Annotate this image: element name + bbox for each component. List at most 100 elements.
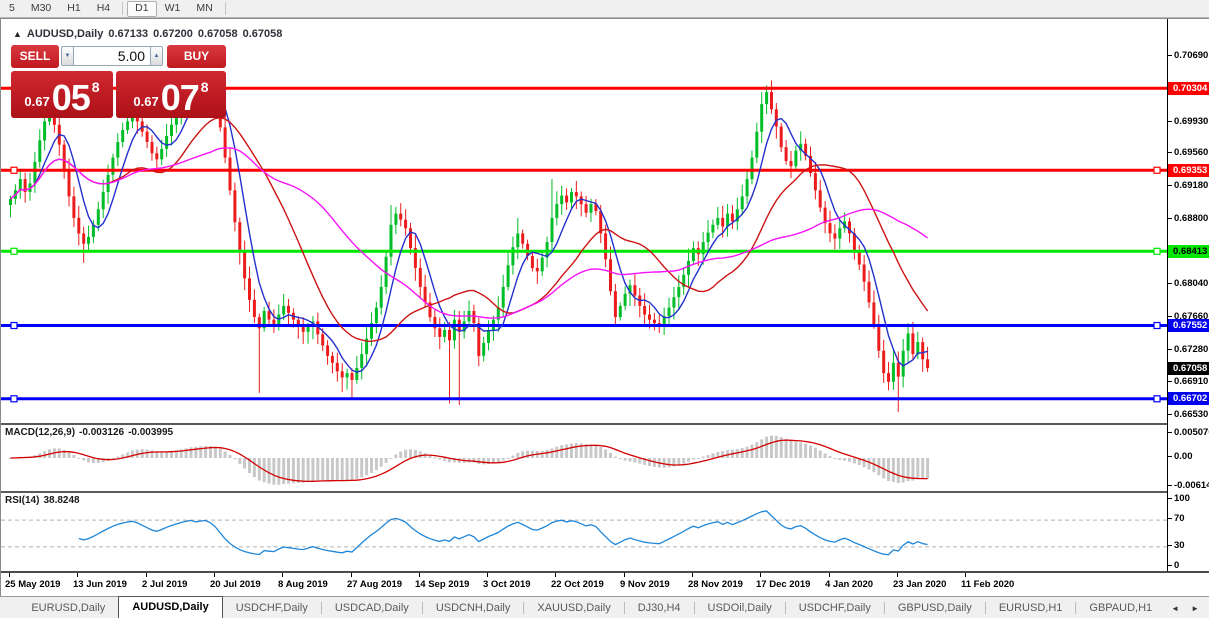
date-label: 27 Aug 2019 <box>347 579 403 590</box>
rsi-axis-tick: 0 <box>1174 560 1180 571</box>
level-price-badge: 0.66702 <box>1168 392 1209 405</box>
chart-tab-usdoil-daily[interactable]: USDOil,Daily <box>695 598 785 618</box>
rsi-axis-tick-dash <box>1168 565 1172 566</box>
rsi-axis-tick: 100 <box>1174 493 1190 504</box>
buy-button[interactable]: BUY <box>167 45 226 68</box>
date-label: 14 Sep 2019 <box>415 579 470 590</box>
date-tick-mark <box>487 573 488 577</box>
one-click-trade-panel: SELL ▼ ▲ BUY 0.67058 0.67078 <box>11 45 226 128</box>
price-tick-dash <box>1168 283 1172 284</box>
rsi-pane: RSI(14) 38.8248 <box>1 491 1167 573</box>
price-tick: 0.68800 <box>1174 213 1209 224</box>
date-label: 11 Feb 2020 <box>961 579 1015 590</box>
rsi-axis-tick-dash <box>1168 545 1172 546</box>
bid-pipette: 8 <box>91 79 100 95</box>
chart-window: ▲ AUDUSD,Daily 0.67133 0.67200 0.67058 0.6705… <box>0 18 1209 597</box>
level-price-badge: 0.70304 <box>1168 82 1209 95</box>
date-label: 23 Jan 2020 <box>893 579 947 590</box>
sell-button[interactable]: SELL <box>11 45 59 68</box>
date-label: 4 Jan 2020 <box>825 579 874 590</box>
date-tick-mark <box>965 573 966 577</box>
date-axis[interactable]: 25 May 2019 13 Jun 2019 2 Jul 2019 20 Jul 2… <box>1 571 1209 597</box>
volume-increase-button[interactable]: ▲ <box>150 46 163 66</box>
date-tick-mark <box>624 573 625 577</box>
chart-tab-eurusd-h1[interactable]: EURUSD,H1 <box>986 598 1076 618</box>
chart-tab-usdchf-daily[interactable]: USDCHF,Daily <box>786 598 884 618</box>
price-tick-dash <box>1168 349 1172 350</box>
macd-axis-tick: 0.00 <box>1174 451 1193 462</box>
date-label: 20 Jul 2019 <box>210 579 261 590</box>
ask-pipette: 8 <box>200 79 209 95</box>
bid-price-button[interactable]: 0.67 05 8 <box>11 71 113 118</box>
tab-scroll-right-icon[interactable]: ► <box>1185 604 1205 613</box>
rsi-axis-tick: 70 <box>1174 513 1185 524</box>
rsi-chart-svg <box>1 510 1167 556</box>
chart-tab-gbpaud-h1[interactable]: GBPAUD,H1 <box>1076 598 1165 618</box>
price-tick-dash <box>1168 55 1172 56</box>
macd-axis-tick-dash <box>1168 485 1172 486</box>
timeframe-button-w1[interactable]: W1 <box>157 1 189 17</box>
macd-pane: MACD(12,26,9) -0.003126 -0.003995 <box>1 423 1167 491</box>
chart-tab-gbpusd-daily[interactable]: GBPUSD,Daily <box>885 598 985 618</box>
chart-symbol-label: AUDUSD,Daily <box>26 28 104 40</box>
chart-tab-eurusd-daily[interactable]: EURUSD,Daily <box>18 598 118 618</box>
price-tick: 0.69180 <box>1174 180 1209 191</box>
chart-tab-usdchf-daily[interactable]: USDCHF,Daily <box>223 598 321 618</box>
timeframe-button-m30[interactable]: M30 <box>23 1 59 17</box>
price-tick-dash <box>1168 218 1172 219</box>
date-tick-mark <box>897 573 898 577</box>
price-tick: 0.70690 <box>1174 50 1209 61</box>
volume-decrease-button[interactable]: ▼ <box>61 46 74 66</box>
price-tick: 0.66530 <box>1174 409 1209 420</box>
tab-scroll-arrows: ◄ ► <box>1165 597 1209 618</box>
level-price-badge: 0.68413 <box>1168 245 1209 258</box>
date-tick-mark <box>77 573 78 577</box>
date-tick-mark <box>760 573 761 577</box>
price-tick-dash <box>1168 152 1172 153</box>
rsi-axis-tick-dash <box>1168 518 1172 519</box>
price-tick: 0.66910 <box>1174 376 1209 387</box>
timeframe-button-h1[interactable]: H1 <box>59 1 88 17</box>
price-tick-dash <box>1168 185 1172 186</box>
price-axis[interactable]: 0.70690 0.69930 0.69560 0.69180 0.68800 0.680… <box>1167 19 1209 571</box>
toolbar-separator <box>224 2 226 15</box>
ask-big-digits: 07 <box>160 77 200 118</box>
rsi-axis-tick: 30 <box>1174 540 1185 551</box>
price-tick-dash <box>1168 121 1172 122</box>
date-label: 3 Oct 2019 <box>483 579 531 590</box>
price-tick: 0.69560 <box>1174 147 1209 158</box>
chart-tab-usdcnh-daily[interactable]: USDCNH,Daily <box>423 598 524 618</box>
date-tick-mark <box>555 573 556 577</box>
timeframe-button-mn[interactable]: MN <box>188 1 220 17</box>
ohlc-open: 0.67133 <box>108 28 149 40</box>
timeframe-button-h4[interactable]: H4 <box>89 1 118 17</box>
date-tick-mark <box>829 573 830 577</box>
date-label: 22 Oct 2019 <box>551 579 604 590</box>
chart-tab-usdcad-daily[interactable]: USDCAD,Daily <box>322 598 422 618</box>
volume-input[interactable] <box>74 46 150 66</box>
tab-scroll-left-icon[interactable]: ◄ <box>1165 604 1185 613</box>
ask-price-button[interactable]: 0.67 07 8 <box>116 71 226 118</box>
bid-big-digits: 05 <box>51 77 91 118</box>
chart-title: ▲ AUDUSD,Daily 0.67133 0.67200 0.67058 0.6705… <box>13 28 282 40</box>
date-tick-mark <box>282 573 283 577</box>
chart-tab-xauusd-daily[interactable]: XAUUSD,Daily <box>524 598 623 618</box>
chart-tab-audusd-daily[interactable]: AUDUSD,Daily <box>118 596 223 618</box>
chart-tab-bar: EURUSD,Daily AUDUSD,Daily USDCHF,Daily USDC… <box>0 596 1209 618</box>
ask-prefix: 0.67 <box>133 94 159 109</box>
ohlc-low: 0.67058 <box>197 28 238 40</box>
date-tick-mark <box>692 573 693 577</box>
timeframe-button-5[interactable]: 5 <box>1 1 23 17</box>
date-tick-mark <box>351 573 352 577</box>
tabs-host: EURUSD,Daily AUDUSD,Daily USDCHF,Daily USDC… <box>18 596 1165 618</box>
date-label: 9 Nov 2019 <box>620 579 670 590</box>
level-price-badge: 0.69353 <box>1168 164 1209 177</box>
timeframe-button-d1[interactable]: D1 <box>127 0 157 17</box>
chart-tab-dj30-h4[interactable]: DJ30,H4 <box>625 598 694 618</box>
date-label: 17 Dec 2019 <box>756 579 811 590</box>
date-label: 8 Aug 2019 <box>278 579 328 590</box>
rsi-axis-tick-dash <box>1168 498 1172 499</box>
ohlc-high: 0.67200 <box>153 28 193 40</box>
date-label: 28 Nov 2019 <box>688 579 743 590</box>
date-tick-mark <box>214 573 215 577</box>
